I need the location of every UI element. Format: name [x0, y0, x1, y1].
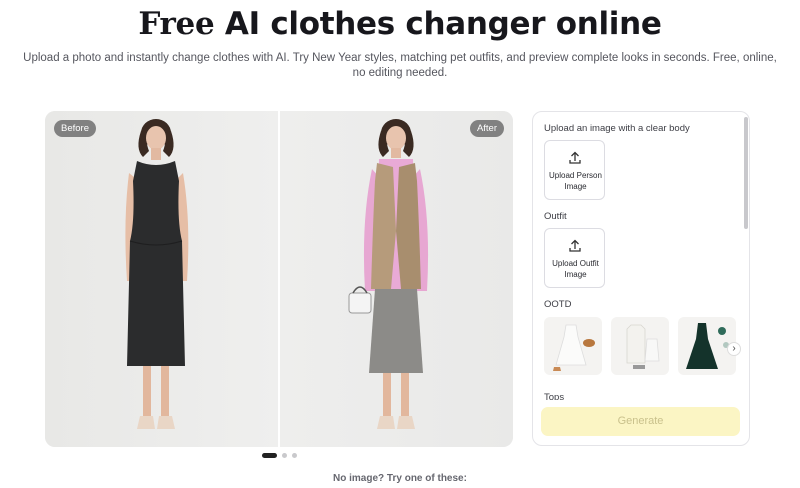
before-person-illustration	[125, 119, 189, 429]
after-badge: After	[469, 120, 504, 137]
compare-divider-handle[interactable]	[278, 111, 280, 447]
sample-hint: No image? Try one of these:	[333, 473, 467, 484]
carousel-dot-3[interactable]	[292, 453, 297, 458]
before-image	[45, 111, 279, 447]
after-person-illustration	[348, 119, 429, 429]
upload-outfit-button[interactable]: Upload Outfit Image	[544, 228, 605, 288]
ootd-item-white-dress[interactable]	[544, 317, 602, 375]
tops-section-label: Tops	[544, 392, 565, 400]
outfit-panel: Upload an image with a clear body Upload…	[532, 111, 750, 446]
white-dress-thumbnail	[553, 324, 595, 371]
before-badge: Before	[54, 120, 96, 137]
generate-button[interactable]: Generate	[541, 407, 740, 436]
before-after-compare[interactable]: Before After	[45, 111, 513, 447]
white-coat-thumbnail	[626, 324, 660, 369]
upload-icon	[569, 151, 581, 164]
upload-person-button[interactable]: Upload Person Image	[544, 140, 605, 200]
page-subtitle: Upload a photo and instantly change clot…	[23, 52, 777, 79]
title-highlight: Free	[138, 6, 215, 42]
ootd-item-white-coat[interactable]	[611, 317, 669, 375]
chevron-right-icon[interactable]: ›	[727, 342, 741, 356]
person-section-label: Upload an image with a clear body	[544, 123, 690, 134]
page-title: Free AI clothes changer online	[0, 6, 800, 42]
carousel-dot-1[interactable]	[262, 453, 277, 458]
upload-outfit-label: Upload Outfit Image	[552, 259, 599, 279]
ootd-carousel	[544, 317, 744, 377]
after-image	[279, 111, 513, 447]
upload-person-label: Upload Person Image	[549, 171, 602, 191]
upload-icon	[569, 239, 581, 252]
ootd-section-label: OOTD	[544, 299, 572, 310]
outfit-section-label: Outfit	[544, 211, 567, 222]
panel-scrollbar[interactable]	[744, 117, 748, 229]
carousel-dot-2[interactable]	[282, 453, 287, 458]
title-rest: AI clothes changer online	[214, 6, 662, 42]
